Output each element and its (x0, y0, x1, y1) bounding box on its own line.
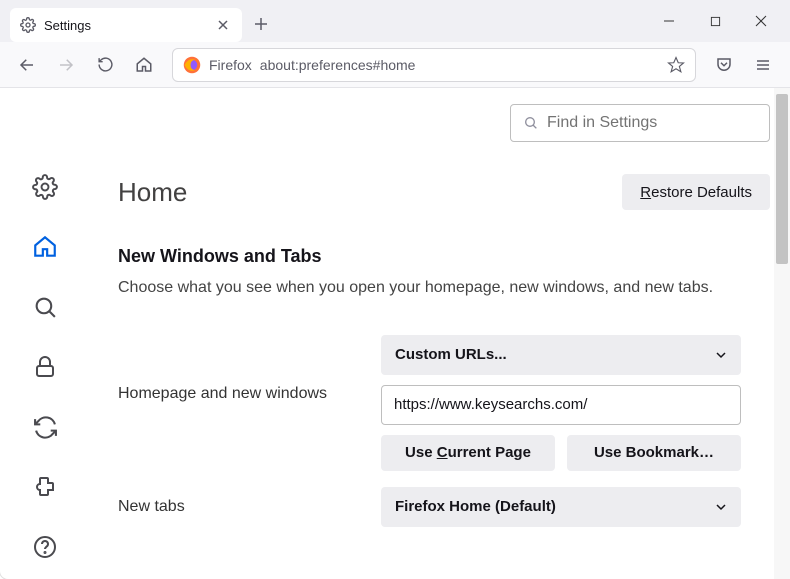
gear-icon (20, 17, 36, 33)
main-panel: Find in Settings Home Restore Defaults N… (90, 88, 790, 579)
homepage-mode-select[interactable]: Custom URLs... (381, 335, 741, 375)
home-button[interactable] (127, 48, 161, 82)
restore-defaults-button[interactable]: Restore Defaults (622, 174, 770, 210)
chevron-down-icon (715, 349, 727, 361)
scrollbar[interactable] (774, 88, 790, 579)
new-tab-button[interactable] (246, 9, 276, 39)
use-bookmark-button[interactable]: Use Bookmark… (567, 435, 741, 471)
search-icon (523, 115, 539, 131)
identity-box: Firefox (183, 56, 252, 74)
menu-button[interactable] (746, 48, 780, 82)
sidebar-item-help[interactable] (26, 528, 64, 566)
tab-close-button[interactable] (214, 16, 232, 34)
content: Find in Settings Home Restore Defaults N… (0, 88, 790, 579)
url-bar[interactable]: Firefox about:preferences#home (172, 48, 696, 82)
homepage-label: Homepage and new windows (118, 335, 363, 403)
page-title: Home (118, 177, 187, 208)
titlebar: Settings (0, 0, 790, 42)
newtabs-mode-select[interactable]: Firefox Home (Default) (381, 487, 741, 527)
pocket-button[interactable] (707, 48, 741, 82)
url-text: about:preferences#home (260, 57, 416, 73)
close-window-button[interactable] (738, 4, 784, 38)
chevron-down-icon (715, 501, 727, 513)
find-in-settings-input[interactable]: Find in Settings (510, 104, 770, 142)
scrollbar-thumb[interactable] (776, 94, 788, 264)
sidebar (0, 88, 90, 579)
forward-button[interactable] (49, 48, 83, 82)
sidebar-item-search[interactable] (26, 288, 64, 326)
sidebar-item-home[interactable] (26, 228, 64, 266)
section-title: New Windows and Tabs (118, 246, 770, 267)
use-current-page-button[interactable]: Use Current Page (381, 435, 555, 471)
select-value: Firefox Home (Default) (395, 498, 556, 515)
tab-title: Settings (44, 18, 206, 33)
newtabs-label: New tabs (118, 498, 363, 516)
firefox-icon (183, 56, 201, 74)
sidebar-item-sync[interactable] (26, 408, 64, 446)
select-value: Custom URLs... (395, 346, 507, 363)
minimize-button[interactable] (646, 4, 692, 38)
browser-label: Firefox (209, 57, 252, 73)
browser-tab[interactable]: Settings (10, 8, 242, 42)
sidebar-item-privacy[interactable] (26, 348, 64, 386)
back-button[interactable] (10, 48, 44, 82)
section-description: Choose what you see when you open your h… (118, 277, 770, 299)
window-controls (646, 4, 784, 38)
homepage-url-input[interactable] (381, 385, 741, 425)
reload-button[interactable] (88, 48, 122, 82)
bookmark-star-icon[interactable] (667, 56, 685, 74)
search-placeholder: Find in Settings (547, 114, 657, 132)
toolbar: Firefox about:preferences#home (0, 42, 790, 88)
maximize-button[interactable] (692, 4, 738, 38)
sidebar-item-extensions[interactable] (26, 468, 64, 506)
sidebar-item-general[interactable] (26, 168, 64, 206)
